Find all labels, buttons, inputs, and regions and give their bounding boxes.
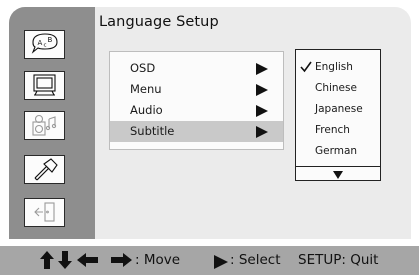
option-chinese[interactable]: Chinese bbox=[296, 79, 380, 99]
play-arrow-icon bbox=[256, 63, 268, 75]
select-hint: : Select bbox=[230, 252, 281, 268]
navigation-arrows-icon bbox=[40, 251, 132, 269]
option-label: French bbox=[315, 124, 350, 136]
option-french[interactable]: French bbox=[296, 121, 380, 141]
option-label: English bbox=[315, 61, 353, 73]
svg-text:A: A bbox=[38, 39, 43, 47]
option-english[interactable]: English bbox=[296, 58, 380, 78]
menu-item-subtitle[interactable]: Subtitle bbox=[110, 121, 283, 142]
tv-display-icon bbox=[33, 74, 56, 96]
play-arrow-icon bbox=[256, 105, 268, 117]
settings-menu: OSD Menu Audio Subtitle bbox=[109, 51, 284, 150]
option-german[interactable]: German bbox=[296, 142, 380, 162]
menu-item-menu[interactable]: Menu bbox=[110, 79, 283, 100]
move-hint: : Move bbox=[135, 252, 181, 268]
sidebar-item-exit[interactable] bbox=[24, 198, 65, 227]
menu-item-label: Menu bbox=[130, 82, 162, 96]
quit-hint: SETUP: Quit bbox=[298, 252, 379, 268]
page-title: Language Setup bbox=[99, 14, 219, 30]
scroll-down-icon[interactable] bbox=[333, 171, 343, 179]
menu-item-audio[interactable]: Audio bbox=[110, 100, 283, 121]
exit-door-icon bbox=[34, 202, 55, 222]
svg-text:B: B bbox=[48, 36, 53, 44]
menu-item-osd[interactable]: OSD bbox=[110, 58, 283, 79]
option-label: Chinese bbox=[315, 82, 357, 94]
option-label: German bbox=[315, 145, 358, 157]
option-label: Japanese bbox=[315, 103, 363, 115]
menu-item-label: Audio bbox=[130, 103, 163, 117]
language-speech-bubble-icon: A c B bbox=[31, 33, 58, 54]
sidebar-item-video[interactable] bbox=[24, 71, 65, 100]
menu-item-label: OSD bbox=[130, 61, 156, 75]
sidebar-item-language[interactable]: A c B bbox=[24, 30, 65, 59]
hammer-tools-icon bbox=[34, 158, 58, 181]
svg-text:c: c bbox=[44, 43, 47, 49]
language-options-list: English Chinese Japanese French German bbox=[295, 49, 381, 181]
checkmark-icon bbox=[300, 61, 312, 73]
play-arrow-icon bbox=[256, 126, 268, 138]
help-bar: : Move : Select SETUP: Quit bbox=[0, 246, 419, 275]
setup-screen: A c B Language Setup OSD Menu Audio Subt… bbox=[0, 0, 419, 275]
list-divider bbox=[296, 166, 380, 167]
select-arrow-icon bbox=[214, 255, 228, 269]
menu-item-label: Subtitle bbox=[130, 124, 175, 138]
sidebar-item-preferences[interactable] bbox=[24, 155, 65, 184]
audio-speaker-music-icon bbox=[32, 114, 57, 136]
option-japanese[interactable]: Japanese bbox=[296, 100, 380, 120]
play-arrow-icon bbox=[256, 84, 268, 96]
sidebar-item-audio[interactable] bbox=[24, 111, 65, 140]
